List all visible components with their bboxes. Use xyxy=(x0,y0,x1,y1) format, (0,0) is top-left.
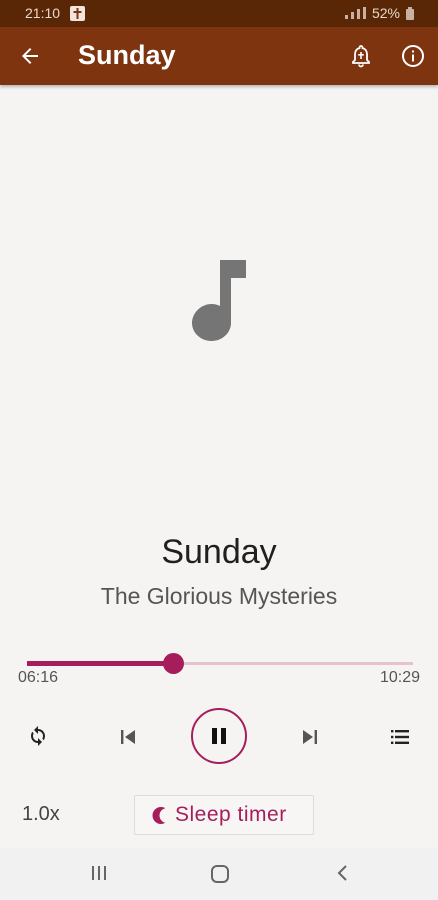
playlist-icon[interactable] xyxy=(388,725,412,749)
status-icons: 52% xyxy=(344,5,414,21)
sleep-timer-label: Sleep timer xyxy=(175,803,287,826)
total-time: 10:29 xyxy=(379,669,420,686)
seek-bar-thumb[interactable] xyxy=(162,653,184,674)
seek-bar-progress xyxy=(27,661,173,666)
info-icon[interactable] xyxy=(400,43,426,69)
playback-speed[interactable]: 1.0x xyxy=(22,803,60,826)
track-subtitle: The Glorious Mysteries xyxy=(100,583,338,609)
status-bar: 21:10 52% xyxy=(0,0,438,27)
app-bar: Sunday xyxy=(0,27,438,85)
status-time: 21:10 xyxy=(25,5,61,21)
back-arrow-icon[interactable] xyxy=(18,44,42,68)
music-note-icon xyxy=(192,260,246,341)
pause-button[interactable] xyxy=(191,708,247,764)
previous-icon[interactable] xyxy=(118,727,138,747)
bell-icon[interactable] xyxy=(348,43,374,69)
repeat-icon[interactable] xyxy=(26,724,50,748)
battery-level: 52% xyxy=(371,5,400,21)
next-icon[interactable] xyxy=(300,727,320,747)
home-icon[interactable] xyxy=(210,864,230,884)
back-nav-icon[interactable] xyxy=(334,864,352,882)
track-title: Sunday xyxy=(161,533,277,571)
page-title: Sunday xyxy=(78,40,176,70)
pause-icon xyxy=(212,728,226,744)
battery-icon xyxy=(406,6,414,20)
signal-icon xyxy=(344,7,366,19)
rosary-app-icon xyxy=(70,6,85,21)
system-nav-bar xyxy=(0,848,438,900)
moon-icon xyxy=(152,807,166,824)
recent-apps-icon[interactable] xyxy=(90,864,108,882)
seek-bar[interactable] xyxy=(27,653,413,674)
sleep-timer-button[interactable]: Sleep timer xyxy=(134,795,314,835)
elapsed-time: 06:16 xyxy=(18,669,59,686)
